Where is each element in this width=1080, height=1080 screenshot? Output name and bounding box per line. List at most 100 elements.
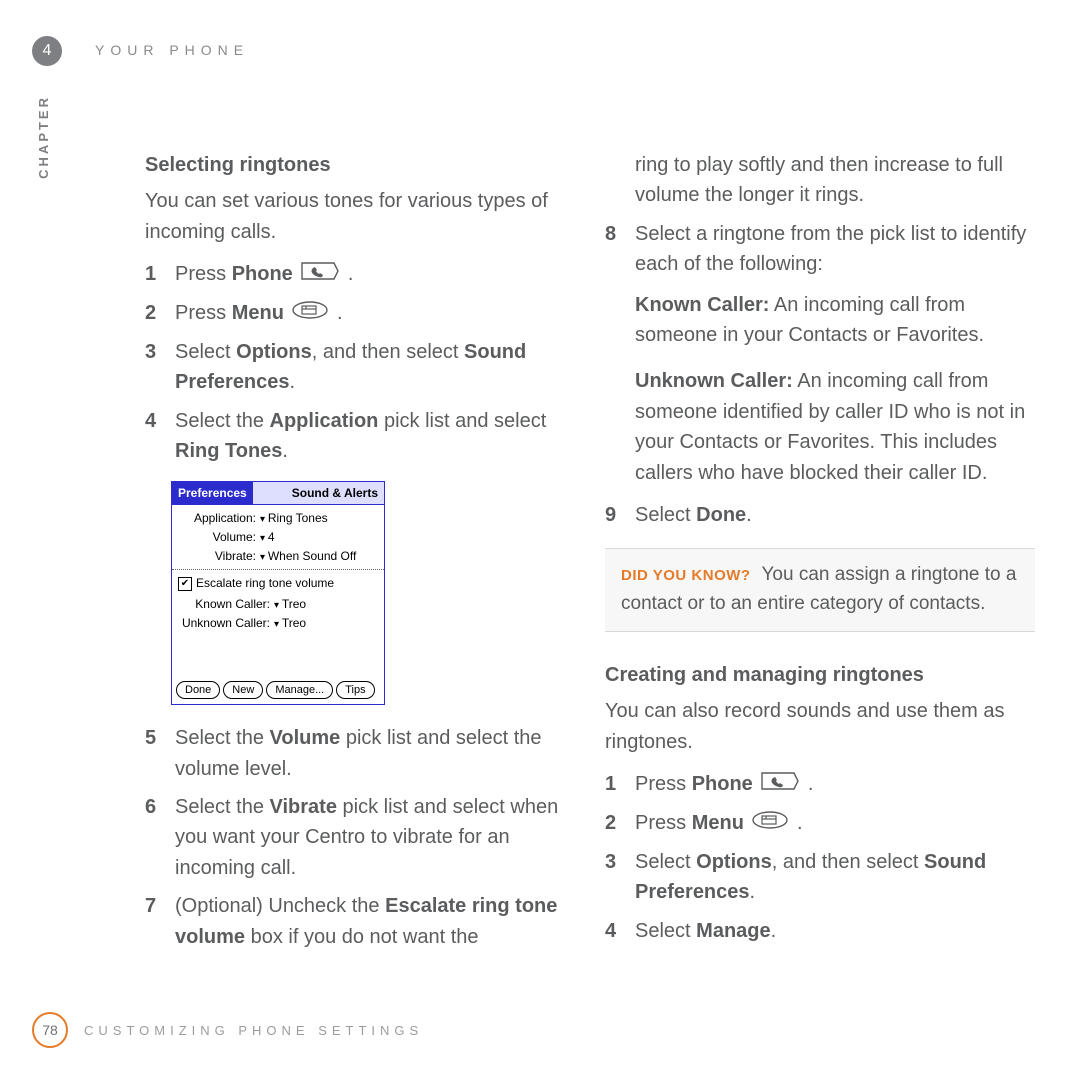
screenshot-title-tab: Preferences [172, 482, 253, 504]
running-head: YOUR PHONE [95, 42, 249, 58]
step-number: 9 [605, 500, 621, 530]
step-body: Press Phone . [175, 259, 575, 290]
volume-picklist-label: Volume: [178, 528, 260, 546]
step-number: 5 [145, 723, 161, 784]
new-button[interactable]: New [223, 681, 263, 699]
text: , and then select [312, 341, 464, 363]
step-body: Select Manage. [635, 916, 1035, 946]
section-lead: You can also record sounds and use them … [605, 696, 1035, 757]
manage-button[interactable]: Manage... [266, 681, 333, 699]
known-caller-title: Known Caller: [635, 294, 769, 316]
text: . [746, 504, 752, 526]
steps-list-a-right: 8 Select a ringtone from the pick list t… [605, 219, 1035, 531]
page-footer: 78 CUSTOMIZING PHONE SETTINGS [32, 1012, 423, 1048]
text: Press [175, 263, 232, 285]
step-number: 3 [145, 337, 161, 398]
text: Select [175, 341, 236, 363]
vibrate-picklist-label: Vibrate: [178, 547, 260, 565]
section-lead: You can set various tones for various ty… [145, 186, 575, 247]
steps-list-a: 1 Press Phone . 2 Press Menu . 3 Select … [145, 259, 575, 466]
text: Select [635, 920, 696, 942]
unknown-caller-title: Unknown Caller: [635, 370, 793, 392]
phone-key-icon [300, 260, 340, 290]
unknown-caller-label: Unknown Caller: [178, 614, 274, 632]
app-picklist-value[interactable]: Ring Tones [260, 509, 328, 527]
step-number: 3 [605, 847, 621, 908]
step-number: 4 [605, 916, 621, 946]
checkbox-icon: ✔ [178, 577, 192, 591]
step-number: 8 [605, 219, 621, 488]
step-number: 1 [605, 769, 621, 800]
step-number: 1 [145, 259, 161, 290]
steps-list-b: 1 Press Phone . 2 Press Menu . 3 Select … [605, 769, 1035, 946]
menu-key-icon [291, 299, 329, 329]
step-number: 7 [145, 891, 161, 952]
text: Select [635, 504, 696, 526]
chapter-number-badge: 4 [32, 36, 62, 66]
text: . [802, 773, 813, 795]
term: Options [236, 341, 312, 363]
step-body: Select the Vibrate pick list and select … [175, 792, 575, 883]
screenshot-title-right: Sound & Alerts [253, 482, 384, 504]
text: . [750, 881, 756, 903]
step-body: Select the Volume pick list and select t… [175, 723, 575, 784]
tips-button[interactable]: Tips [336, 681, 374, 699]
step-body: Press Phone . [635, 769, 1035, 800]
text: Select the [175, 410, 270, 432]
step-number: 6 [145, 792, 161, 883]
step-body: Select Done. [635, 500, 1035, 530]
done-button[interactable]: Done [176, 681, 220, 699]
text: Select [635, 851, 696, 873]
known-caller-value[interactable]: Treo [274, 595, 306, 613]
page-number: 78 [32, 1012, 68, 1048]
preferences-screenshot: Preferences Sound & Alerts Application:R… [171, 481, 385, 706]
text: Press [175, 302, 232, 324]
step-body: Press Menu . [175, 298, 575, 329]
steps-list-a-cont: 5 Select the Volume pick list and select… [145, 723, 575, 952]
unknown-caller-value[interactable]: Treo [274, 614, 306, 632]
text: . [771, 920, 777, 942]
text: . [282, 440, 288, 462]
text: box if you do not want the [245, 926, 479, 948]
text: , and then select [772, 851, 924, 873]
text: Press [635, 812, 692, 834]
term: Done [696, 504, 746, 526]
menu-key-icon [751, 809, 789, 839]
did-you-know-box: DID YOU KNOW? You can assign a ringtone … [605, 548, 1035, 632]
term: Options [696, 851, 772, 873]
text: . [342, 263, 353, 285]
text: Select the [175, 727, 270, 749]
term: Volume [270, 727, 341, 749]
step7-continuation: ring to play softly and then increase to… [635, 150, 1035, 211]
step-number: 2 [605, 808, 621, 839]
section-title-selecting: Selecting ringtones [145, 150, 575, 180]
text: (Optional) Uncheck the [175, 895, 385, 917]
term: Phone [692, 773, 753, 795]
checkbox-label: Escalate ring tone volume [196, 574, 334, 592]
app-picklist-label: Application: [178, 509, 260, 527]
text: pick list and select [378, 410, 546, 432]
term: Ring Tones [175, 440, 282, 462]
step-body: Select the Application pick list and sel… [175, 406, 575, 467]
text: . [290, 371, 296, 393]
term: Menu [692, 812, 744, 834]
chapter-label: CHAPTER [36, 95, 51, 179]
step-body: Select a ringtone from the pick list to … [635, 219, 1035, 488]
step-body: Press Menu . [635, 808, 1035, 839]
section-title-creating: Creating and managing ringtones [605, 660, 1035, 690]
text: Select the [175, 796, 270, 818]
step-number: 4 [145, 406, 161, 467]
volume-picklist-value[interactable]: 4 [260, 528, 275, 546]
text: . [331, 302, 342, 324]
step-body: Select Options, and then select Sound Pr… [635, 847, 1035, 908]
term: Application [270, 410, 379, 432]
left-column: Selecting ringtones You can set various … [145, 150, 575, 960]
term: Menu [232, 302, 284, 324]
term: Vibrate [270, 796, 337, 818]
text: Select a ringtone from the pick list to … [635, 223, 1026, 275]
step-number: 2 [145, 298, 161, 329]
tip-label: DID YOU KNOW? [621, 567, 751, 584]
vibrate-picklist-value[interactable]: When Sound Off [260, 547, 356, 565]
escalate-checkbox[interactable]: ✔ Escalate ring tone volume [178, 574, 378, 592]
known-caller-label: Known Caller: [178, 595, 274, 613]
